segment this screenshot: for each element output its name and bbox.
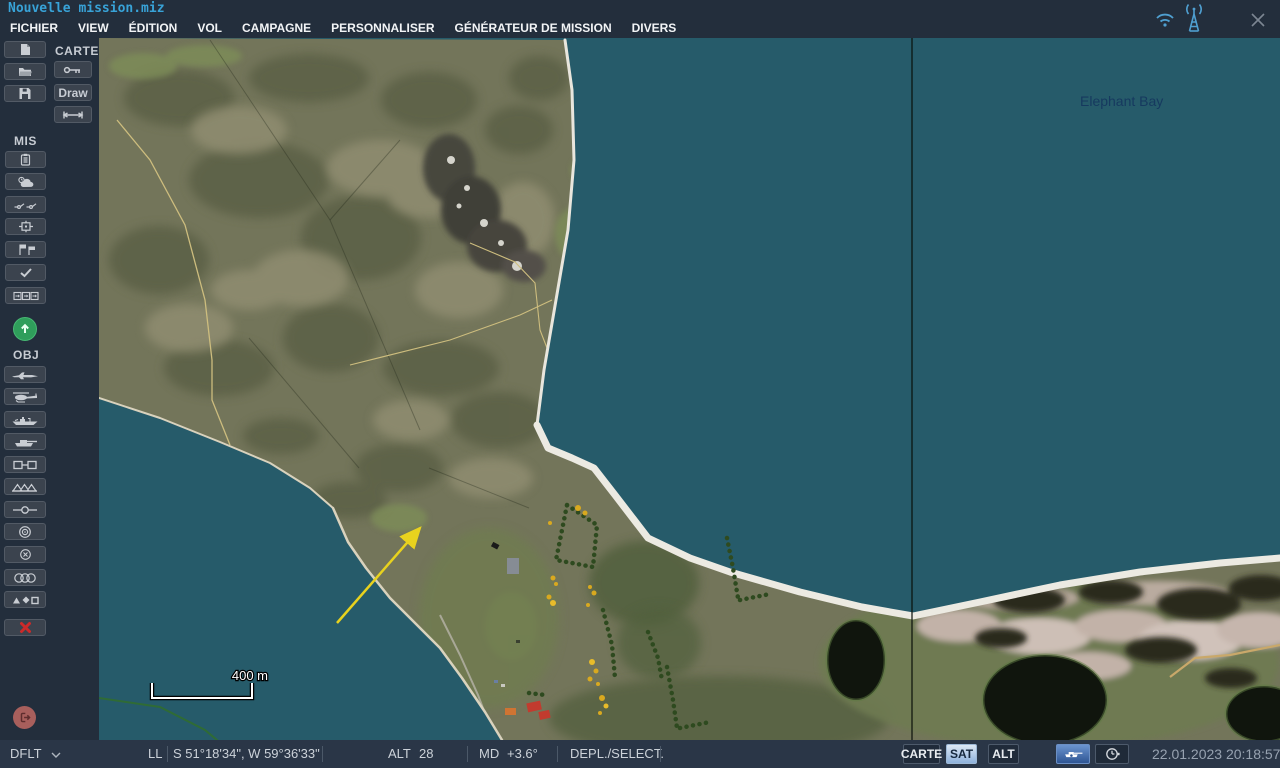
menu-generateur-de-mission[interactable]: GÉNÉRATEUR DE MISSION — [445, 21, 622, 35]
menu-bar: FICHIER VIEW ÉDITION VOL CAMPAGNE PERSON… — [0, 18, 1280, 38]
add-airplane-button[interactable] — [4, 366, 46, 383]
waypoint-icon — [13, 505, 37, 514]
magdec-label: MD — [479, 746, 500, 761]
menu-view[interactable]: VIEW — [68, 21, 119, 35]
trigger-switch-icon — [14, 202, 36, 209]
checkmark-icon — [19, 268, 32, 278]
add-bullseye-button[interactable] — [4, 523, 46, 540]
open-mission-button[interactable] — [4, 63, 46, 80]
time-settings-button[interactable] — [1095, 744, 1129, 764]
trigger-zone-button[interactable] — [5, 218, 46, 235]
menu-campagne[interactable]: CAMPAGNE — [232, 21, 321, 35]
bullseye-icon — [19, 525, 31, 538]
add-static-object-button[interactable] — [4, 456, 46, 473]
airplane-icon — [12, 371, 38, 379]
add-unit-groups-button[interactable] — [4, 569, 46, 586]
mis-section-label: MIS — [14, 134, 37, 148]
delete-object-button[interactable] — [4, 619, 46, 636]
exit-button[interactable] — [13, 706, 36, 729]
linked-squares-icon — [13, 460, 37, 469]
menu-divers[interactable]: DIVERS — [622, 21, 687, 35]
edit-mode-label: DEPL./SELECT. — [570, 746, 664, 761]
menu-vol[interactable]: VOL — [187, 21, 232, 35]
save-floppy-icon — [19, 88, 31, 99]
scale-label: 400 m — [232, 668, 268, 683]
menu-fichier[interactable]: FICHIER — [0, 21, 68, 35]
units-visibility-button[interactable] — [1056, 744, 1090, 764]
goals-button[interactable] — [5, 264, 46, 281]
menu-personnaliser[interactable]: PERSONNALISER — [321, 21, 444, 35]
map-layer-alt-button[interactable]: ALT — [988, 744, 1019, 764]
obj-section-label: OBJ — [13, 348, 40, 362]
altitude-value: 28 — [419, 746, 434, 761]
cursor-coordinates: S 51°18'34", W 59°36'33" — [173, 746, 320, 761]
sequence-button[interactable] — [5, 287, 46, 304]
ruler-distance-icon — [62, 111, 84, 118]
briefing-button[interactable] — [5, 151, 46, 168]
flags-icon — [18, 244, 35, 255]
title-bar: Nouvelle mission.miz — [0, 0, 1280, 18]
tank-toggle-icon — [1065, 752, 1083, 758]
open-folder-icon — [19, 68, 32, 76]
draw-button[interactable]: Draw — [54, 84, 92, 101]
menu-edition[interactable]: ÉDITION — [119, 21, 188, 35]
logout-icon — [20, 712, 31, 723]
new-file-icon — [21, 44, 30, 55]
add-fortification-button[interactable] — [4, 478, 46, 495]
add-shapes-button[interactable] — [4, 591, 46, 608]
bay-label: Elephant Bay — [1080, 93, 1163, 109]
clipboard-icon — [20, 153, 31, 166]
crosshair-square-icon — [18, 220, 33, 233]
coord-mode-label: LL — [148, 746, 163, 761]
fortification-icon — [11, 482, 38, 492]
map-layer-sat-button[interactable]: SAT — [946, 744, 977, 764]
add-zone-button[interactable] — [4, 546, 46, 563]
add-vehicle-button[interactable] — [4, 433, 46, 450]
profile-label: DFLT — [10, 746, 42, 761]
chevron-down-icon — [51, 752, 61, 758]
weather-cloud-icon — [17, 176, 33, 187]
draw-button-label: Draw — [58, 85, 88, 100]
three-circles-icon — [14, 572, 36, 583]
new-mission-button[interactable] — [4, 41, 46, 58]
add-ship-button[interactable] — [4, 411, 46, 428]
tank-icon — [15, 439, 37, 446]
magdec-value: +3.6° — [507, 746, 538, 761]
key-icon — [63, 66, 80, 73]
mission-editor-window: { "window": { "title": "Nouvelle mission… — [0, 0, 1280, 768]
fly-mission-button[interactable] — [13, 317, 37, 341]
up-arrow-icon — [21, 323, 29, 333]
status-bar: DFLT LL S 51°18'34", W 59°36'33" ALT 28 … — [0, 740, 1280, 768]
left-toolbar-panel: CARTE Draw MIS OBJ — [0, 38, 99, 740]
chain-sequence-icon — [12, 291, 39, 300]
helicopter-icon — [13, 391, 37, 403]
map-viewport[interactable]: Elephant Bay 400 m — [98, 38, 1280, 751]
circle-x-icon — [19, 549, 31, 560]
ship-icon — [12, 416, 38, 425]
delete-x-icon — [19, 622, 31, 633]
weather-button[interactable] — [5, 173, 46, 190]
carte-section-label: CARTE — [55, 44, 99, 58]
measure-distance-button[interactable] — [54, 106, 92, 123]
triggers-button[interactable] — [5, 196, 46, 213]
map-options-key-button[interactable] — [54, 61, 92, 78]
watch-icon — [1105, 748, 1120, 760]
add-waypoint-button[interactable] — [4, 501, 46, 518]
map-layer-carte-button[interactable]: CARTE — [901, 744, 942, 764]
save-mission-button[interactable] — [4, 85, 46, 102]
flags-button[interactable] — [5, 241, 46, 258]
window-title: Nouvelle mission.miz — [8, 1, 165, 16]
add-helicopter-button[interactable] — [4, 388, 46, 405]
mission-datetime: 22.01.2023 20:18:57 — [1152, 746, 1280, 762]
profile-dropdown[interactable]: DFLT — [10, 746, 61, 761]
shapes-icon — [13, 596, 39, 604]
satellite-map: Elephant Bay 400 m — [98, 38, 1280, 751]
altitude-label: ALT — [388, 746, 411, 761]
